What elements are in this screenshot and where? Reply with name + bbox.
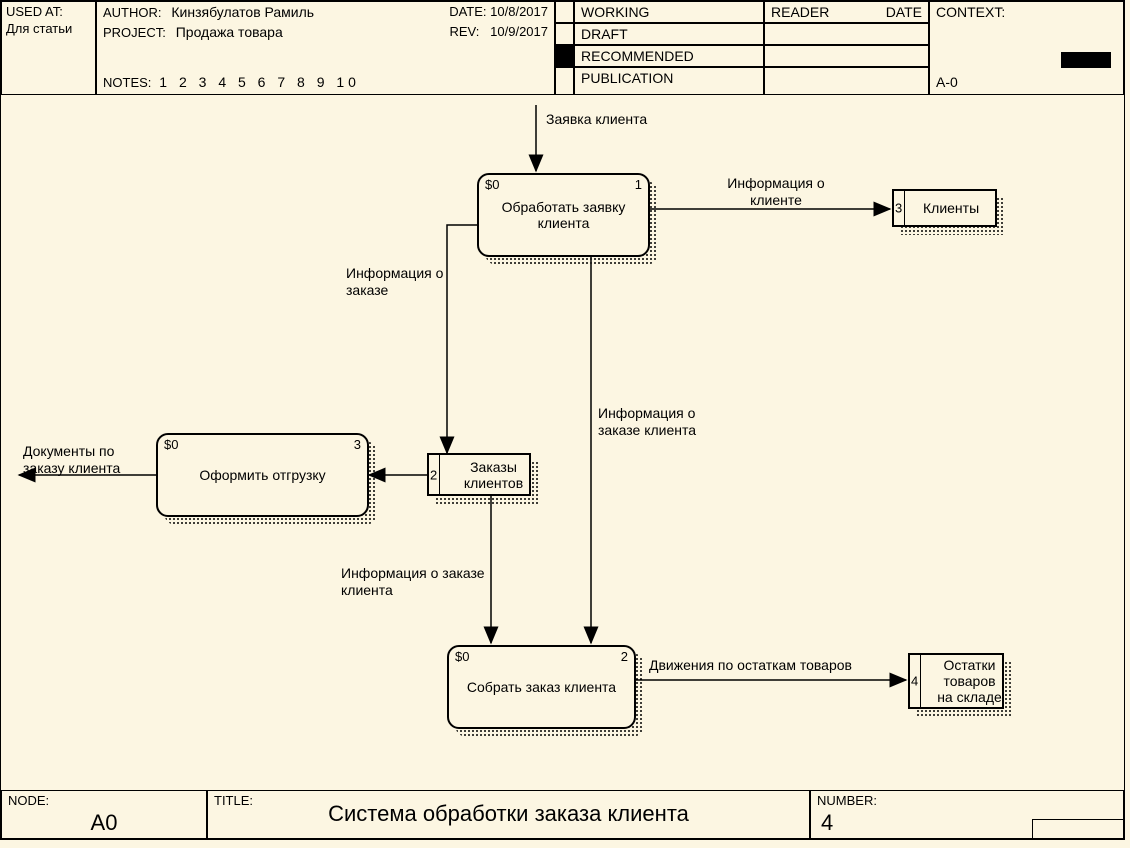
status-recommended: RECOMMENDED [574,45,764,67]
project-label: PROJECT: [103,25,166,40]
notes-value: 1 2 3 4 5 6 7 8 9 10 [159,74,360,90]
label-documents: Документы по заказу клиента [23,443,143,477]
label-client-info: Информация о клиенте [711,175,841,209]
reader-row-3 [764,45,929,67]
activity-process-request: $0 1 Обработать заявку клиента [477,173,650,257]
hdr-used-at: USED AT: Для статьи [1,1,96,95]
activity-ship: $0 3 Оформить отгрузку [156,433,369,517]
diagram-canvas: $0 1 Обработать заявку клиента $0 2 Собр… [1,95,1124,790]
ds4-name: Остатки товаров на складе [921,657,1002,705]
notes-label: NOTES: [103,75,151,90]
a2-cost: $0 [455,649,469,664]
label-order-info: Информация о заказе [346,265,446,299]
a3-id: 3 [354,437,361,452]
date-label: DATE: [449,4,486,19]
ds3-name: Клиенты [905,200,995,216]
datastore-clients: 3 Клиенты [892,189,997,227]
author-value: Кинзябулатов Рамиль [171,4,314,20]
title-value: Система обработки заказа клиента [208,791,809,827]
reader-row-4 [764,67,929,95]
used-at-label: USED AT: [2,2,95,21]
context-cell: CONTEXT: A-0 [929,1,1124,95]
datastore-stock: 4 Остатки товаров на складе [908,653,1004,709]
ftr-node: NODE: A0 [1,790,207,839]
status-mark-working [555,1,574,23]
datastore-orders: 2 Заказы клиентов [427,453,531,496]
a1-cost: $0 [485,177,499,192]
context-thumbnail [1061,52,1111,68]
ds2-name: Заказы клиентов [440,459,529,491]
context-code: A-0 [936,74,958,90]
rev-label: REV: [449,24,479,39]
label-order-info-client-2: Информация о заказе клиента [341,565,501,599]
author-label: AUTHOR: [103,5,162,20]
ftr-number: NUMBER: 4 [810,790,1124,839]
a3-cost: $0 [164,437,178,452]
status-working: WORKING [574,1,764,23]
reader-label: READER [771,4,829,20]
node-label: NODE: [2,791,206,810]
title-label: TITLE: [208,791,259,810]
date-value: 10/8/2017 [490,4,548,19]
reader-label-cell: READER DATE [764,1,929,23]
ds3-id: 3 [895,201,902,216]
project-value: Продажа товара [176,24,283,40]
ds2-id: 2 [430,467,437,482]
reader-row-2 [764,23,929,45]
a1-id: 1 [635,177,642,192]
corner-box [1032,819,1123,838]
status-publication: PUBLICATION [574,67,764,95]
a3-name: Оформить отгрузку [189,467,335,483]
ds4-id: 4 [911,674,918,689]
status-mark-draft [555,23,574,45]
node-value: A0 [2,810,206,836]
rev-value: 10/9/2017 [490,24,548,39]
status-mark-recommended [555,45,574,67]
a1-name: Обработать заявку клиента [479,199,648,231]
ftr-title: TITLE: Система обработки заказа клиента [207,790,810,839]
label-stock-movement: Движения по остаткам товаров [649,657,899,674]
status-draft: DRAFT [574,23,764,45]
status-mark-publication [555,67,574,95]
hdr-author-block: AUTHOR: Кинзябулатов Рамиль DATE: 10/8/2… [96,1,555,95]
number-label: NUMBER: [811,791,1123,810]
a2-id: 2 [621,649,628,664]
label-order-info-client-1: Информация о заказе клиента [598,405,698,439]
reader-date-label: DATE [886,4,922,20]
a2-name: Собрать заказ клиента [457,679,626,695]
used-at-value: Для статьи [2,21,95,36]
activity-collect-order: $0 2 Собрать заказ клиента [447,645,636,729]
context-label: CONTEXT: [936,4,1005,20]
label-input: Заявка клиента [546,111,647,128]
